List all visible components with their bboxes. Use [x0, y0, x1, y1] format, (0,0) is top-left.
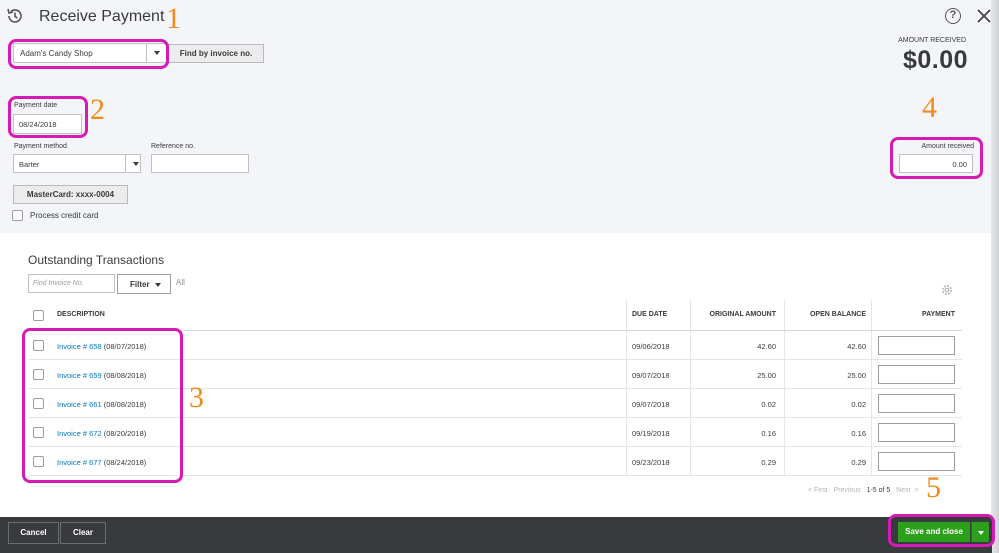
filter-button[interactable]: Filter — [117, 274, 171, 294]
payment-method-value: Barter — [19, 160, 40, 169]
row-due-date: 09/07/2018 — [632, 371, 670, 380]
annotation-number-4: 4 — [922, 91, 937, 124]
row-due-date: 09/23/2018 — [632, 458, 670, 467]
row-open-balance: 0.16 — [851, 429, 866, 438]
window-edge — [991, 0, 999, 553]
clear-button[interactable]: Clear — [60, 522, 106, 544]
cancel-button[interactable]: Cancel — [8, 522, 59, 544]
outstanding-transactions-title: Outstanding Transactions — [28, 253, 165, 267]
table-header: DESCRIPTION DUE DATE ORIGINAL AMOUNT OPE… — [28, 299, 962, 331]
row-payment-input[interactable] — [878, 394, 955, 413]
pagination-next[interactable]: Next — [896, 487, 910, 494]
process-credit-card-label: Process credit card — [30, 211, 99, 220]
amount-received-label: AMOUNT RECEIVED — [898, 37, 966, 44]
annotation-highlight-customer — [8, 39, 169, 69]
row-due-date: 09/06/2018 — [632, 342, 670, 351]
row-open-balance: 0.29 — [851, 458, 866, 467]
filter-all-label: All — [176, 278, 185, 287]
row-open-balance: 0.02 — [851, 400, 866, 409]
pagination-last[interactable]: > — [914, 487, 918, 494]
row-original-amount: 25.00 — [757, 371, 776, 380]
help-icon[interactable]: ? — [945, 8, 961, 24]
reference-label: Reference no. — [151, 143, 195, 150]
row-payment-input[interactable] — [878, 365, 955, 384]
pagination-range: 1-5 of 5 — [866, 487, 891, 494]
close-icon[interactable] — [974, 6, 994, 26]
process-credit-card-checkbox[interactable] — [12, 210, 23, 221]
column-payment: PAYMENT — [921, 311, 955, 318]
pagination: < First Previous 1-5 of 5 Next > — [808, 487, 919, 494]
gear-icon[interactable] — [940, 283, 954, 297]
chevron-down-icon[interactable] — [125, 155, 140, 172]
find-invoice-input[interactable]: Find Invoice No. — [28, 274, 115, 293]
row-due-date: 09/07/2018 — [632, 400, 670, 409]
pagination-first[interactable]: < First — [808, 487, 828, 494]
row-payment-input[interactable] — [878, 423, 955, 442]
row-open-balance: 42.60 — [847, 342, 866, 351]
reference-input[interactable] — [151, 154, 249, 173]
column-original-amount: ORIGINAL AMOUNT — [709, 311, 777, 318]
amount-received-total: $0.00 — [902, 46, 968, 74]
column-open-balance: OPEN BALANCE — [809, 311, 866, 318]
payment-method-select[interactable]: Barter — [13, 154, 141, 173]
row-original-amount: 42.60 — [757, 342, 776, 351]
annotation-highlight-amount — [890, 137, 983, 179]
column-description: DESCRIPTION — [57, 311, 105, 318]
payment-method-label: Payment method — [14, 143, 67, 150]
select-all-checkbox[interactable] — [33, 310, 44, 321]
pagination-previous[interactable]: Previous — [833, 487, 860, 494]
form-header-area — [0, 0, 999, 233]
footer-bar: Cancel Clear — [0, 517, 992, 553]
page-title: Receive Payment — [39, 8, 165, 25]
find-by-invoice-button[interactable]: Find by invoice no. — [168, 44, 264, 63]
history-icon[interactable] — [6, 7, 24, 25]
row-original-amount: 0.29 — [761, 458, 776, 467]
row-original-amount: 0.16 — [761, 429, 776, 438]
annotation-highlight-invoices — [22, 328, 183, 483]
annotation-highlight-save — [888, 514, 995, 547]
mastercard-button[interactable]: MasterCard: xxxx-0004 — [13, 185, 128, 204]
column-due-date: DUE DATE — [632, 311, 668, 318]
annotation-number-2: 2 — [90, 93, 105, 126]
row-payment-input[interactable] — [878, 452, 955, 471]
annotation-number-3: 3 — [189, 381, 204, 414]
row-open-balance: 25.00 — [847, 371, 866, 380]
row-payment-input[interactable] — [878, 336, 955, 355]
annotation-number-1: 1 — [166, 2, 181, 35]
row-due-date: 09/19/2018 — [632, 429, 670, 438]
annotation-number-5: 5 — [926, 471, 941, 504]
row-original-amount: 0.02 — [761, 400, 776, 409]
annotation-highlight-payment-date — [8, 96, 88, 138]
